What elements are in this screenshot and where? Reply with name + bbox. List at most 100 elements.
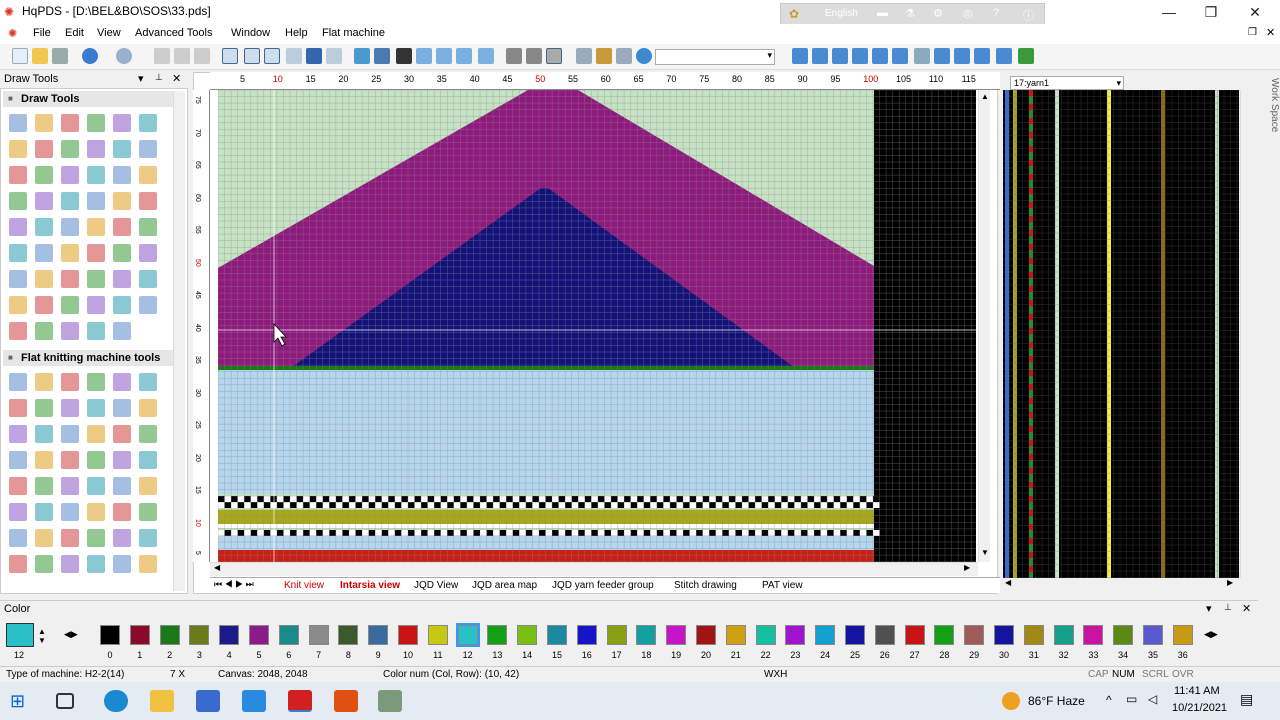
- scroll-left-icon[interactable]: ◀: [1005, 578, 1011, 587]
- color-swatch[interactable]: [815, 625, 836, 645]
- knit-tool-icon[interactable]: [139, 399, 157, 417]
- clock-time[interactable]: 11:41 AM: [1174, 685, 1220, 697]
- draw-tool-icon[interactable]: [61, 296, 79, 314]
- ruler-icon[interactable]: [264, 48, 280, 64]
- canvas-vscroll[interactable]: ▲ ▼: [978, 90, 990, 562]
- shift-icon[interactable]: [832, 48, 848, 64]
- draw-tool-icon[interactable]: [9, 244, 27, 262]
- section-flat-knitting-tools[interactable]: Flat knitting machine tools: [3, 350, 183, 366]
- knit-tool-icon[interactable]: [113, 451, 131, 469]
- knit-tool-icon[interactable]: [113, 555, 131, 573]
- draw-tool-icon[interactable]: [9, 192, 27, 210]
- stitch-icon[interactable]: [306, 48, 322, 64]
- knit-tool-icon[interactable]: [61, 477, 79, 495]
- draw-tool-icon[interactable]: [139, 218, 157, 236]
- draw-tool-icon[interactable]: [113, 296, 131, 314]
- scroll-down-icon[interactable]: ▼: [981, 548, 989, 557]
- draw-tool-icon[interactable]: [61, 270, 79, 288]
- color-swatch[interactable]: [189, 625, 210, 645]
- color-swatch[interactable]: [129, 625, 150, 645]
- knit-tool-icon[interactable]: [139, 373, 157, 391]
- color-swatch[interactable]: [845, 625, 865, 645]
- knit-tool-icon[interactable]: [35, 529, 53, 547]
- color-swatch[interactable]: [455, 623, 480, 647]
- tshirt-icon[interactable]: [396, 48, 412, 64]
- menu-window[interactable]: Window: [231, 27, 270, 39]
- knit-tool-icon[interactable]: [139, 503, 157, 521]
- scroll-right-icon[interactable]: ▶: [1227, 578, 1233, 587]
- color-swatch[interactable]: [1143, 625, 1163, 645]
- draw-tool-icon[interactable]: [35, 218, 53, 236]
- draw-tool-icon[interactable]: [87, 140, 105, 158]
- save-icon[interactable]: [52, 48, 68, 64]
- draw-tool-icon[interactable]: [113, 322, 131, 340]
- draw-tool-icon[interactable]: [35, 296, 53, 314]
- canvas-hscroll[interactable]: ◀ ▶: [210, 562, 978, 576]
- cursor-icon[interactable]: [244, 48, 260, 64]
- layer-icon[interactable]: [436, 48, 452, 64]
- draw-tool-icon[interactable]: [9, 140, 27, 158]
- knit-tool-icon[interactable]: [35, 477, 53, 495]
- draw-tool-icon[interactable]: [87, 244, 105, 262]
- delete-row-icon[interactable]: [892, 48, 908, 64]
- clock-date[interactable]: 10/21/2021: [1172, 702, 1227, 714]
- draw-tool-icon[interactable]: [139, 270, 157, 288]
- knit-tool-icon[interactable]: [9, 503, 27, 521]
- draw-tool-icon[interactable]: [139, 114, 157, 132]
- color-swatch[interactable]: [934, 625, 955, 645]
- color-swatch[interactable]: [1113, 625, 1134, 645]
- weather-icon[interactable]: [1002, 692, 1020, 710]
- knit-tool-icon[interactable]: [35, 451, 53, 469]
- tab-jqd-yarn-feeder-group[interactable]: JQD yarn feeder group: [548, 579, 658, 593]
- draw-tool-icon[interactable]: [87, 322, 105, 340]
- info-icon[interactable]: ⓘ: [1023, 7, 1034, 23]
- color-swatch[interactable]: [368, 625, 389, 645]
- network-icon[interactable]: ▭: [1126, 692, 1137, 706]
- knit-tool-icon[interactable]: [35, 425, 53, 443]
- draw-tool-icon[interactable]: [139, 244, 157, 262]
- knit-tool-icon[interactable]: [35, 373, 53, 391]
- mdi-restore-icon[interactable]: ❐: [1248, 27, 1257, 38]
- doc-icon[interactable]: ✺: [8, 27, 17, 40]
- draw-tool-icon[interactable]: [87, 296, 105, 314]
- knit-tool-icon[interactable]: [87, 477, 105, 495]
- draw-tool-icon[interactable]: [139, 166, 157, 184]
- draw-tool-icon[interactable]: [87, 166, 105, 184]
- color-swatch[interactable]: [666, 625, 687, 645]
- spin-icon[interactable]: ▲ ▼: [38, 627, 46, 645]
- tab-knit-view[interactable]: Knit view: [280, 579, 328, 593]
- draw-tool-icon[interactable]: [61, 244, 79, 262]
- align-icon[interactable]: [506, 48, 522, 64]
- draw-tool-icon[interactable]: [113, 270, 131, 288]
- keyboard-icon[interactable]: ▬: [877, 7, 888, 19]
- knit-tool-icon[interactable]: [139, 425, 157, 443]
- app2-icon[interactable]: [334, 690, 358, 712]
- weather-text[interactable]: 86°F Haze: [1028, 694, 1085, 708]
- knit-tool-icon[interactable]: [87, 373, 105, 391]
- windows-start-icon[interactable]: ⊞: [10, 690, 34, 712]
- tab-intarsia-view[interactable]: Intarsia view: [336, 579, 405, 593]
- menu-file[interactable]: File: [33, 27, 51, 39]
- knit-tool-icon[interactable]: [35, 555, 53, 573]
- grid-icon[interactable]: [222, 48, 238, 64]
- notification-icon[interactable]: ▤: [1240, 691, 1253, 708]
- color-swatch[interactable]: [249, 625, 269, 645]
- knit-tool-icon[interactable]: [113, 425, 131, 443]
- new-file-icon[interactable]: [12, 48, 28, 64]
- color-swatch[interactable]: [874, 625, 895, 645]
- expand-icon[interactable]: [792, 48, 808, 64]
- palette-nav-icon[interactable]: ◀▶: [64, 629, 78, 640]
- compile-icon[interactable]: [1018, 48, 1034, 64]
- draw-tool-icon[interactable]: [113, 114, 131, 132]
- knit-tool-icon[interactable]: [61, 555, 79, 573]
- menu-flat-machine[interactable]: Flat machine: [322, 27, 385, 39]
- color-swatch[interactable]: [636, 625, 657, 645]
- restore-button[interactable]: ❐: [1188, 0, 1234, 24]
- frame-icon[interactable]: [546, 48, 562, 64]
- copy-row-icon[interactable]: [852, 48, 868, 64]
- draw-tool-icon[interactable]: [35, 166, 53, 184]
- color-swatch[interactable]: [755, 625, 776, 645]
- scroll-right-icon[interactable]: ▶: [964, 563, 970, 572]
- toolbar-dropdown[interactable]: ▾: [655, 49, 775, 65]
- knit-tool-icon[interactable]: [9, 451, 27, 469]
